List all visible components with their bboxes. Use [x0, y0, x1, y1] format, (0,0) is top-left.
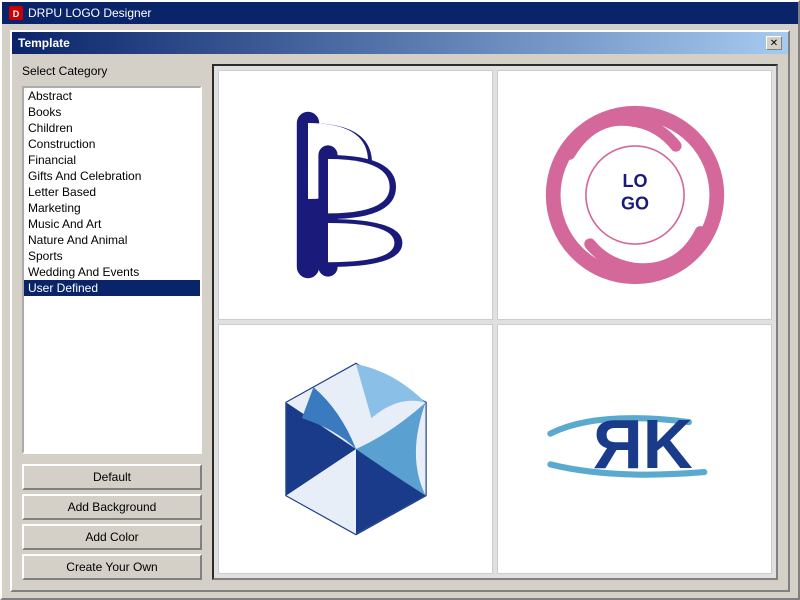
category-item[interactable]: User Defined	[24, 280, 200, 296]
create-your-own-button[interactable]: Create Your Own	[22, 554, 202, 580]
template-dialog: Template ✕ Select Category AbstractBooks…	[10, 30, 790, 592]
dialog-title-bar: Template ✕	[12, 32, 788, 54]
logo-cell-4[interactable]: R K	[497, 324, 772, 574]
svg-text:R: R	[592, 405, 642, 483]
category-item[interactable]: Construction	[24, 136, 200, 152]
svg-text:LO: LO	[622, 171, 647, 191]
logo-cell-1[interactable]	[218, 70, 493, 320]
buttons-group: Default Add Background Add Color Create …	[22, 464, 202, 580]
category-list[interactable]: AbstractBooksChildrenConstructionFinanci…	[22, 86, 202, 454]
add-color-button[interactable]: Add Color	[22, 524, 202, 550]
left-panel: Select Category AbstractBooksChildrenCon…	[22, 64, 202, 580]
close-button[interactable]: ✕	[766, 36, 782, 50]
logo-cell-2[interactable]: LO GO	[497, 70, 772, 320]
category-item[interactable]: Nature And Animal	[24, 232, 200, 248]
main-window: D DRPU LOGO Designer Template ✕ Select C…	[0, 0, 800, 600]
category-item[interactable]: Wedding And Events	[24, 264, 200, 280]
category-item[interactable]: Sports	[24, 248, 200, 264]
category-item[interactable]: Marketing	[24, 200, 200, 216]
category-item[interactable]: Music And Art	[24, 216, 200, 232]
add-background-button[interactable]: Add Background	[22, 494, 202, 520]
logo-grid: LO GO	[218, 70, 772, 574]
logo-cell-3[interactable]	[218, 324, 493, 574]
dialog-content: Select Category AbstractBooksChildrenCon…	[12, 54, 788, 590]
category-item[interactable]: Gifts And Celebration	[24, 168, 200, 184]
title-bar: D DRPU LOGO Designer	[2, 2, 798, 24]
select-category-label: Select Category	[22, 64, 202, 78]
default-button[interactable]: Default	[22, 464, 202, 490]
svg-text:D: D	[13, 9, 20, 19]
category-item[interactable]: Letter Based	[24, 184, 200, 200]
svg-text:K: K	[642, 405, 692, 483]
logo-grid-container: LO GO	[212, 64, 778, 580]
app-title: DRPU LOGO Designer	[28, 6, 792, 20]
svg-text:GO: GO	[620, 194, 648, 214]
dialog-title: Template	[18, 36, 70, 50]
category-item[interactable]: Financial	[24, 152, 200, 168]
app-icon: D	[8, 5, 24, 21]
category-item[interactable]: Books	[24, 104, 200, 120]
category-item[interactable]: Children	[24, 120, 200, 136]
category-item[interactable]: Abstract	[24, 88, 200, 104]
